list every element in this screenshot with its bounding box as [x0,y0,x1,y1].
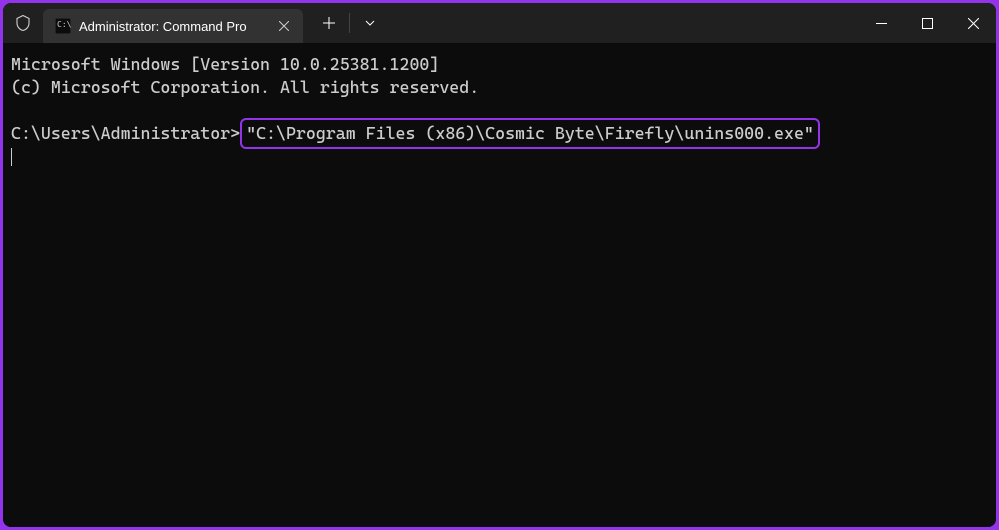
app-shield-icon [3,3,43,43]
prompt-text: C:\Users\Administrator> [11,122,240,145]
terminal-area[interactable]: Microsoft Windows [Version 10.0.25381.12… [3,43,996,527]
minimize-button[interactable] [858,3,904,43]
close-button[interactable] [950,3,996,43]
titlebar-tab-controls [311,7,388,39]
tab-title: Administrator: Command Pro [79,19,267,34]
divider [349,13,350,33]
version-line: Microsoft Windows [Version 10.0.25381.12… [11,53,988,76]
terminal-window: C:\ Administrator: Command Pro [3,3,996,527]
command-highlight: "C:\Program Files (x86)\Cosmic Byte\Fire… [240,118,820,149]
window-controls [858,3,996,43]
maximize-button[interactable] [904,3,950,43]
svg-text:C:\: C:\ [57,20,71,29]
copyright-line: (c) Microsoft Corporation. All rights re… [11,76,988,99]
command-text: "C:\Program Files (x86)\Cosmic Byte\Fire… [246,123,814,143]
prompt-line: C:\Users\Administrator> "C:\Program Files… [11,122,988,145]
tab-active[interactable]: C:\ Administrator: Command Pro [43,9,303,43]
tab-dropdown-button[interactable] [352,7,388,39]
cursor [11,148,12,166]
cmd-icon: C:\ [55,18,71,34]
titlebar: C:\ Administrator: Command Pro [3,3,996,43]
tab-close-button[interactable] [275,17,293,35]
new-tab-button[interactable] [311,7,347,39]
